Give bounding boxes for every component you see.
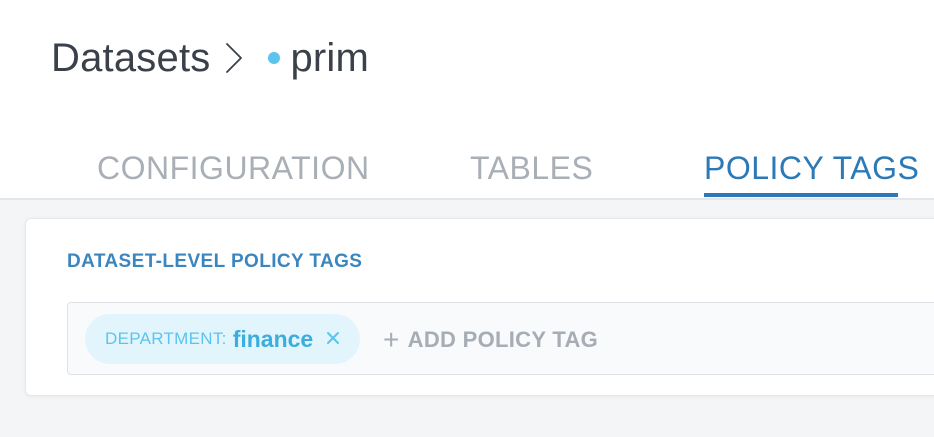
breadcrumb-datasets-link[interactable]: Datasets [51, 36, 210, 81]
chevron-right-icon [224, 41, 244, 75]
tab-bar: CONFIGURATION TABLES POLICY TAGS [0, 140, 934, 200]
tab-tables[interactable]: TABLES [470, 150, 593, 198]
page: Datasets prim CONFIGURATION TABLES POLIC… [0, 0, 934, 437]
tab-policy-tags[interactable]: POLICY TAGS [704, 150, 919, 198]
policy-tag-chip: DEPARTMENT: finance [85, 314, 360, 364]
close-icon[interactable] [322, 327, 344, 349]
policy-tag-input[interactable]: DEPARTMENT: finance + ADD POLICY TAG [67, 302, 934, 375]
section-title: DATASET-LEVEL POLICY TAGS [67, 251, 363, 272]
breadcrumb: Datasets prim [51, 32, 369, 84]
policy-tags-card: DATASET-LEVEL POLICY TAGS DEPARTMENT: fi… [25, 218, 934, 396]
active-tab-indicator [704, 193, 898, 197]
add-policy-tag-label: ADD POLICY TAG [407, 327, 599, 352]
tag-key: DEPARTMENT: [105, 329, 227, 348]
add-policy-tag-button[interactable]: + ADD POLICY TAG [383, 324, 598, 356]
status-dot [268, 52, 281, 64]
tab-configuration[interactable]: CONFIGURATION [97, 150, 370, 198]
breadcrumb-current-dataset: prim [290, 35, 370, 80]
plus-icon: + [383, 324, 400, 355]
tag-value: finance [232, 325, 314, 352]
